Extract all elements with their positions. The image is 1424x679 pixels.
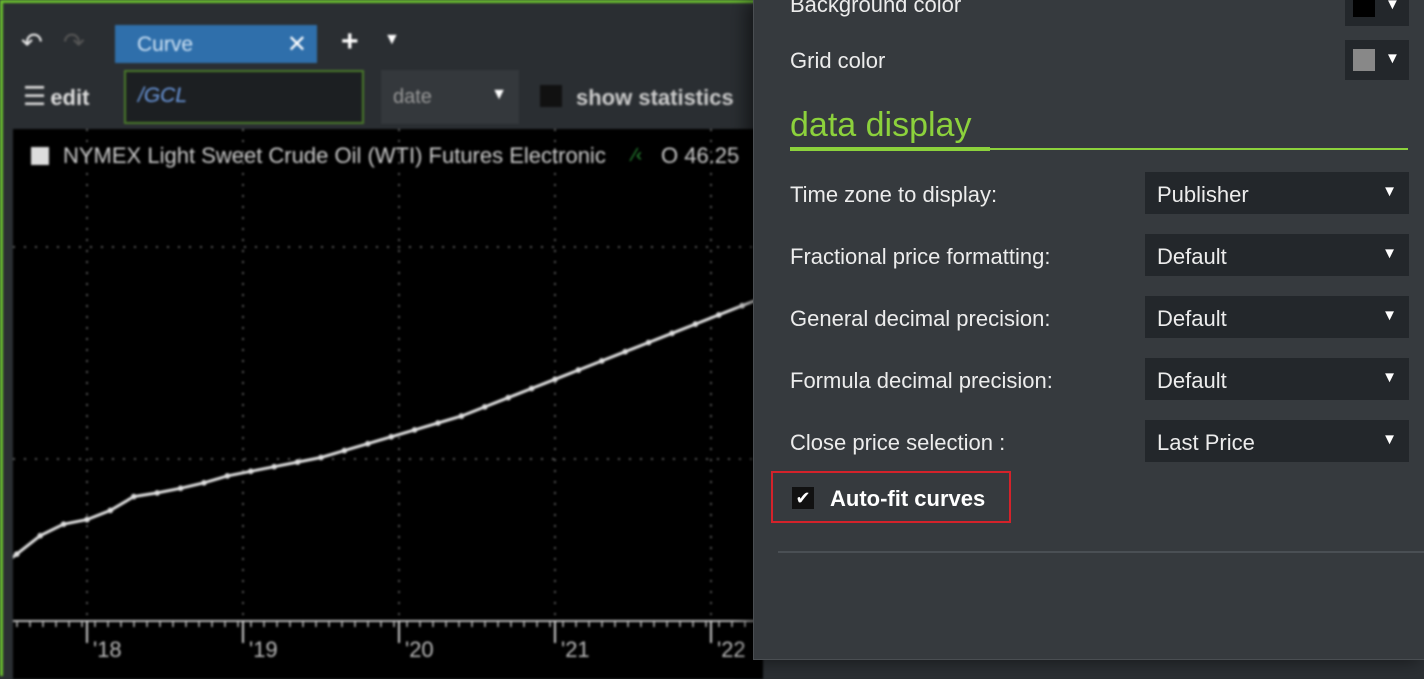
data-point xyxy=(669,331,675,337)
date-select-value: date xyxy=(393,86,432,108)
show-statistics-label: show statistics xyxy=(576,85,734,111)
x-axis-tick-label: '22 xyxy=(717,637,746,662)
chevron-down-icon: ▼ xyxy=(1382,183,1397,200)
tab-curve[interactable]: Curve ✕ xyxy=(115,25,317,63)
section-title-data-display: data display xyxy=(790,106,971,145)
data-point xyxy=(505,395,511,401)
tab-curve-label: Curve xyxy=(137,33,193,57)
legend-open-price: O 46.25 xyxy=(661,143,739,169)
data-point xyxy=(295,459,301,465)
chart-toolbar: ☰edit /GCL date ▼ show statistics xyxy=(3,67,763,127)
fractional-price-dropdown[interactable]: Default ▼ xyxy=(1145,234,1409,276)
back-icon[interactable]: ↶ xyxy=(21,27,43,58)
general-precision-value: Default xyxy=(1157,306,1227,331)
menu-icon: ☰ xyxy=(23,81,46,111)
x-axis-tick-label: '19 xyxy=(249,637,278,662)
data-point xyxy=(576,367,582,373)
data-point xyxy=(14,551,20,557)
add-tab-icon[interactable]: + xyxy=(341,25,359,59)
data-point xyxy=(622,349,628,355)
close-icon[interactable]: ✕ xyxy=(287,30,307,59)
data-point xyxy=(716,312,722,318)
data-point xyxy=(482,404,488,410)
data-point xyxy=(646,340,652,346)
data-point xyxy=(388,434,394,440)
data-point xyxy=(178,486,184,492)
time-zone-label: Time zone to display: xyxy=(790,182,997,208)
edit-button[interactable]: ☰edit xyxy=(23,81,89,112)
time-zone-dropdown[interactable]: Publisher ▼ xyxy=(1145,172,1409,214)
panel-divider xyxy=(778,551,1424,553)
data-point xyxy=(271,464,277,470)
general-precision-label: General decimal precision: xyxy=(790,306,1050,332)
price-chart: '18 '19 '20 '21 '22 xyxy=(13,129,763,679)
chevron-down-icon: ▼ xyxy=(1385,50,1400,67)
chart-window: ↶ ↷ Curve ✕ + ▼ ☰edit /GCL date ▼ show s… xyxy=(0,0,760,676)
data-point xyxy=(84,517,90,523)
autofit-checkbox[interactable]: ✔ xyxy=(792,487,814,509)
data-point xyxy=(108,508,114,514)
close-price-label: Close price selection : xyxy=(790,430,1005,456)
x-axis-tick-label: '20 xyxy=(405,637,434,662)
data-point xyxy=(459,413,465,419)
formula-precision-dropdown[interactable]: Default ▼ xyxy=(1145,358,1409,400)
forward-icon[interactable]: ↷ xyxy=(63,27,85,58)
chevron-down-icon: ▼ xyxy=(1385,0,1400,13)
autofit-label[interactable]: Auto-fit curves xyxy=(830,486,985,512)
formula-precision-value: Default xyxy=(1157,368,1227,393)
chevron-down-icon: ▼ xyxy=(491,86,507,104)
checkmark-icon: ✔ xyxy=(795,488,810,508)
data-point xyxy=(412,427,418,433)
formula-precision-label: Formula decimal precision: xyxy=(790,368,1053,394)
data-point xyxy=(225,473,231,479)
show-statistics-checkbox[interactable] xyxy=(540,85,562,107)
edit-label: edit xyxy=(50,85,89,110)
background-color-label: Background color xyxy=(790,0,961,18)
x-axis-tick-label: '21 xyxy=(561,637,590,662)
data-point xyxy=(61,521,67,527)
chart-area[interactable]: '18 '19 '20 '21 '22 NYMEX Light Sweet Crude … xyxy=(13,129,763,679)
grid-color-picker[interactable]: ▼ xyxy=(1345,40,1409,80)
grid-color-label: Grid color xyxy=(790,48,885,74)
date-select[interactable]: date ▼ xyxy=(381,70,519,124)
legend-checkbox[interactable] xyxy=(31,147,49,165)
data-point xyxy=(435,420,441,426)
data-point xyxy=(342,448,348,454)
chevron-down-icon: ▼ xyxy=(1382,369,1397,386)
data-point xyxy=(739,303,745,309)
chevron-down-icon: ▼ xyxy=(1382,307,1397,324)
tab-bar: ↶ ↷ Curve ✕ + ▼ xyxy=(3,23,763,65)
data-point xyxy=(201,480,207,486)
data-point xyxy=(37,533,43,539)
symbol-input[interactable]: /GCL xyxy=(124,70,364,124)
x-axis-tick-label: '18 xyxy=(93,637,122,662)
data-point xyxy=(529,386,535,392)
grid-color-chip xyxy=(1353,49,1375,71)
data-point xyxy=(248,469,254,475)
general-precision-dropdown[interactable]: Default ▼ xyxy=(1145,296,1409,338)
data-point xyxy=(154,490,160,496)
data-point xyxy=(365,441,371,447)
close-price-value: Last Price xyxy=(1157,430,1255,455)
data-point xyxy=(693,321,699,327)
data-point xyxy=(318,455,324,461)
chevron-down-icon: ▼ xyxy=(1382,431,1397,448)
time-zone-value: Publisher xyxy=(1157,182,1249,207)
background-color-chip xyxy=(1353,0,1375,17)
chevron-down-icon[interactable]: ▼ xyxy=(384,31,400,49)
background-color-picker[interactable]: ▼ xyxy=(1345,0,1409,26)
chevron-down-icon: ▼ xyxy=(1382,245,1397,262)
section-divider-accent xyxy=(790,147,990,151)
data-point xyxy=(131,494,137,500)
fractional-price-label: Fractional price formatting: xyxy=(790,244,1050,270)
close-price-dropdown[interactable]: Last Price ▼ xyxy=(1145,420,1409,462)
chart-settings-panel: Background color ▼ Grid color ▼ data dis… xyxy=(753,0,1424,660)
legend-change-indicator: ⁄‹ xyxy=(633,145,642,166)
data-point xyxy=(552,377,558,383)
data-point xyxy=(599,358,605,364)
legend-series-name: NYMEX Light Sweet Crude Oil (WTI) Future… xyxy=(63,143,615,169)
fractional-price-value: Default xyxy=(1157,244,1227,269)
